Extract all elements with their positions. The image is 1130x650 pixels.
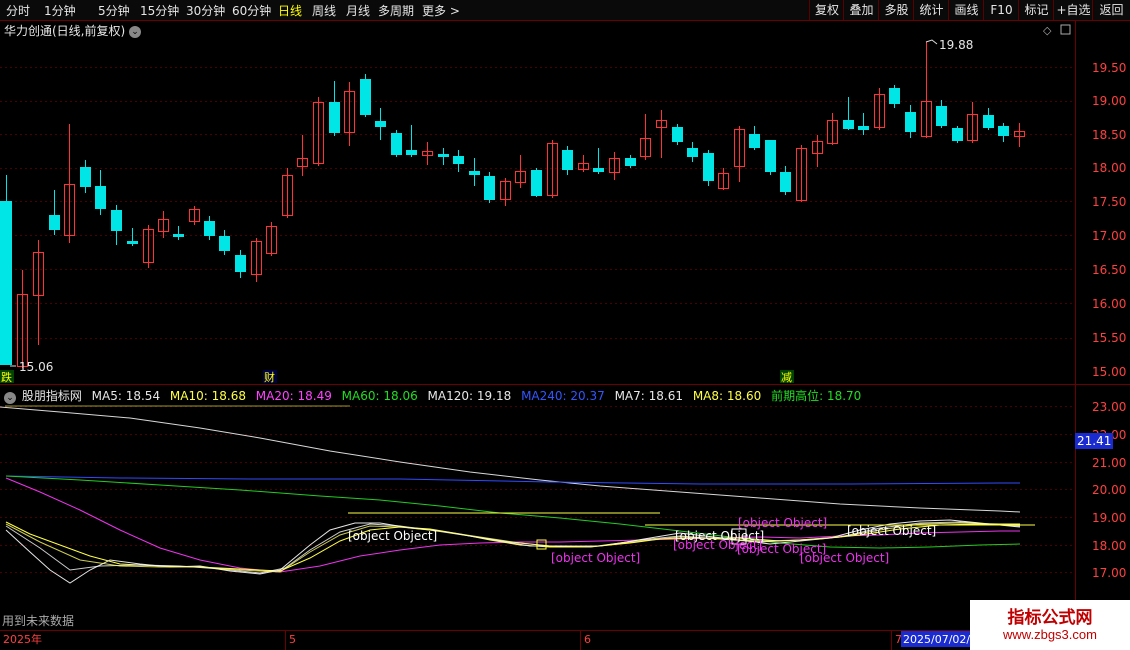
event-mark-jian[interactable]: 减 xyxy=(781,371,792,384)
candle-body xyxy=(672,127,683,142)
indicator-tick: 23.00 xyxy=(1092,400,1126,414)
candle-body xyxy=(453,156,464,164)
candle-body xyxy=(625,158,636,166)
legend-ma20: MA20: 18.49 xyxy=(255,389,332,403)
candle-body xyxy=(329,102,340,133)
indicator-tick: 18.00 xyxy=(1092,539,1126,553)
candle-body xyxy=(111,210,122,231)
candle-body xyxy=(765,140,776,172)
candlesticks xyxy=(0,42,1025,368)
legend-ma60: MA60: 18.06 xyxy=(341,389,418,403)
candle-body xyxy=(484,176,495,200)
legend-ma120: MA120: 19.18 xyxy=(427,389,512,403)
current-value-text: 21.41 xyxy=(1077,434,1111,448)
candle-body xyxy=(360,79,371,115)
price-tick: 15.50 xyxy=(1092,331,1126,345)
date-tick: 2025年 xyxy=(3,632,42,646)
indicator-tick: 20.00 xyxy=(1092,483,1126,497)
candle-body xyxy=(469,171,480,175)
candle-body xyxy=(406,150,417,155)
legend-prior-high: 前期高位: 18.70 xyxy=(771,389,862,403)
candle-body xyxy=(749,134,760,148)
indicator-tick: 19.00 xyxy=(1092,511,1126,525)
annotation-label: [object Object] xyxy=(847,524,936,538)
diamond-icon[interactable]: ◇ xyxy=(1043,24,1052,37)
chart-canvas[interactable]: ◇ 19.50 19.00 18.50 18.00 17.50 17.00 16… xyxy=(0,0,1130,650)
panel-frame xyxy=(0,20,1130,631)
legend-ma240: MA240: 20.37 xyxy=(521,389,605,403)
low-price-label: 15.06 xyxy=(19,360,53,374)
legend-ma5: MA5: 18.54 xyxy=(91,389,161,403)
future-data-note: 用到未来数据 xyxy=(2,613,74,628)
price-gridlines xyxy=(0,67,1075,339)
price-tick: 17.00 xyxy=(1092,229,1126,243)
annotation-label: [object Object] xyxy=(551,551,640,565)
annotation-label: [object Object] xyxy=(738,516,827,530)
candle-body xyxy=(998,126,1009,136)
date-tick: 5 xyxy=(289,633,296,646)
price-tick: 19.50 xyxy=(1092,61,1126,75)
candle-body xyxy=(204,221,215,236)
ma120-line xyxy=(0,406,1021,513)
candle-body xyxy=(593,168,604,172)
watermark-title: 指标公式网 xyxy=(1007,608,1093,628)
watermark: 指标公式网 www.zbgs3.com xyxy=(970,600,1130,650)
candle-body xyxy=(983,115,994,128)
candle-body xyxy=(391,133,402,155)
high-pointer xyxy=(925,39,938,45)
candle-body xyxy=(889,88,900,104)
indicator-tick: 17.00 xyxy=(1092,566,1126,580)
candle-body xyxy=(562,150,573,170)
indicator-name[interactable]: 股朋指标网 xyxy=(22,389,82,403)
event-mark-die[interactable]: 跌 xyxy=(1,370,12,384)
chevron-down-icon[interactable]: ⌄ xyxy=(4,392,16,404)
candle-body xyxy=(173,234,184,237)
candle-body xyxy=(0,201,12,365)
candle-body xyxy=(127,241,138,244)
price-tick: 16.00 xyxy=(1092,297,1126,311)
indicator-tick: 21.00 xyxy=(1092,456,1126,470)
candle-body xyxy=(687,148,698,157)
price-tick: 16.50 xyxy=(1092,263,1126,277)
price-tick: 18.50 xyxy=(1092,128,1126,142)
legend-ma7: MA7: 18.61 xyxy=(614,389,683,403)
price-tick: 15.00 xyxy=(1092,365,1126,379)
candle-body xyxy=(703,153,714,181)
candle-body xyxy=(95,186,106,209)
candle-body xyxy=(905,112,916,132)
event-mark-cai[interactable]: 财 xyxy=(264,370,275,384)
candle-body xyxy=(936,106,947,126)
legend-ma8: MA8: 18.60 xyxy=(692,389,762,403)
price-tick: 19.00 xyxy=(1092,94,1126,108)
candle-body xyxy=(235,255,246,272)
date-tick: 7 xyxy=(895,633,902,646)
candle-body xyxy=(219,236,230,251)
candle-body xyxy=(49,215,60,230)
candle-body xyxy=(438,154,449,157)
price-tick: 18.00 xyxy=(1092,161,1126,175)
panel-toggle-icon[interactable] xyxy=(1060,24,1071,35)
candle-body xyxy=(858,126,869,130)
candle-body xyxy=(843,120,854,129)
candle-body xyxy=(375,121,386,127)
price-tick: 17.50 xyxy=(1092,195,1126,209)
candle-body xyxy=(80,167,91,187)
annotation-label: [object Object] xyxy=(800,551,889,565)
candle-body xyxy=(952,128,963,141)
legend-ma10: MA10: 18.68 xyxy=(169,389,246,403)
annotation-label: [object Object] xyxy=(348,529,437,543)
candle-body xyxy=(531,170,542,196)
indicator-legend: ⌄ 股朋指标网 MA5: 18.54 MA10: 18.68 MA20: 18.… xyxy=(4,387,867,404)
watermark-url: www.zbgs3.com xyxy=(1003,627,1097,642)
candle-body xyxy=(780,172,791,192)
high-price-label: 19.88 xyxy=(939,38,973,52)
date-tick: 6 xyxy=(584,633,591,646)
